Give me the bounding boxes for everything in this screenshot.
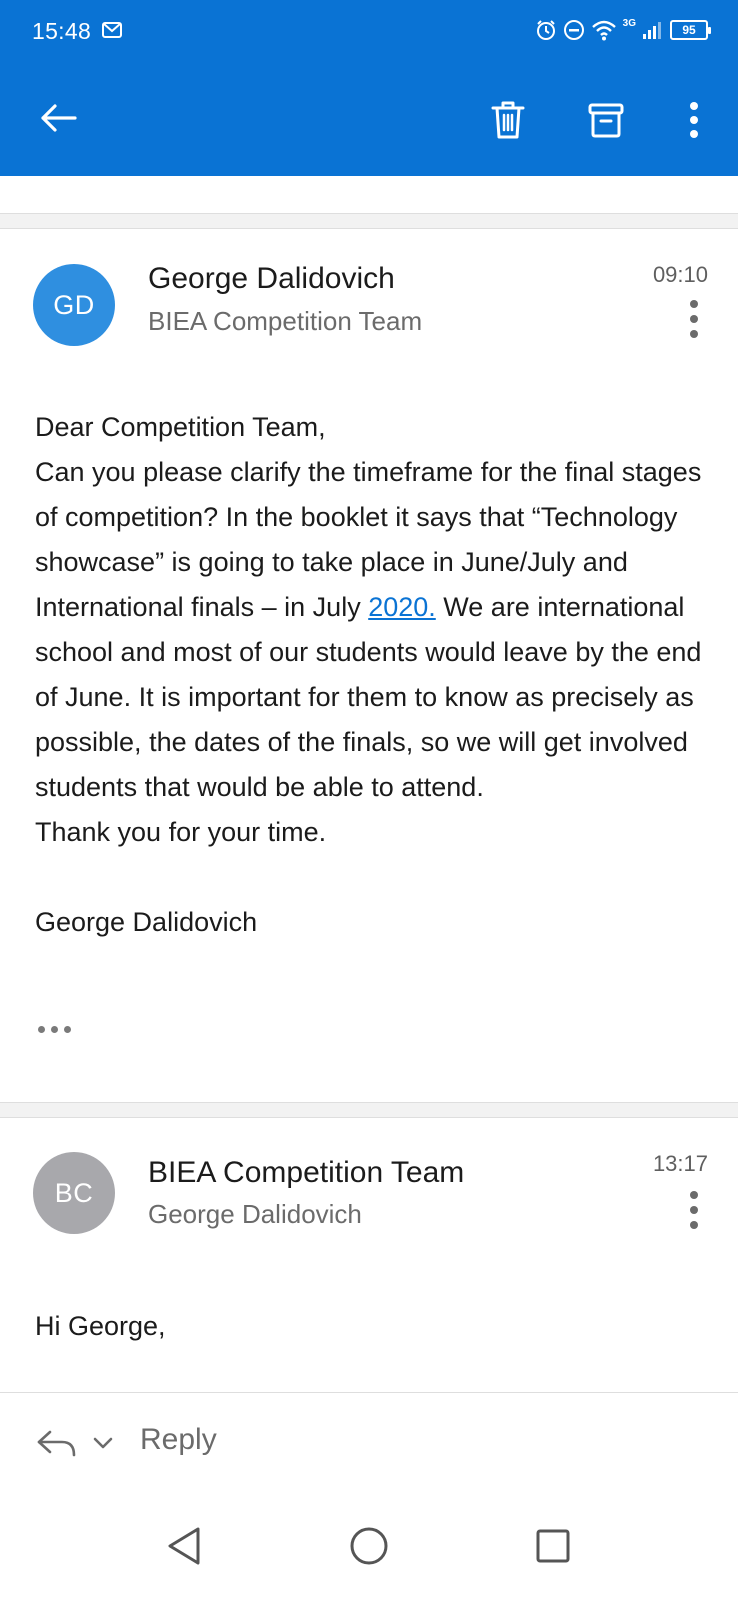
dot	[690, 330, 698, 338]
alarm-icon	[536, 20, 555, 40]
status-bar: 15:48 3G 95	[0, 0, 738, 62]
gmail-notification-icon	[102, 22, 122, 38]
reply-bar[interactable]: Reply	[0, 1392, 738, 1492]
body-text: We are international school and most of …	[35, 592, 702, 802]
closing-line: Thank you for your time.	[35, 817, 327, 847]
sender-name: BIEA Competition Team	[148, 1156, 465, 1189]
back-arrow-icon	[41, 104, 77, 132]
dot	[690, 1206, 698, 1214]
dot	[690, 315, 698, 323]
nav-recents-button[interactable]	[525, 1518, 581, 1574]
message-card[interactable]: BC BIEA Competition Team George Dalidovi…	[0, 1119, 738, 1392]
message-body: Dear Competition Team, Can you please cl…	[35, 405, 715, 945]
nav-home-button[interactable]	[341, 1518, 397, 1574]
archive-button[interactable]	[578, 92, 634, 148]
dot	[38, 1026, 45, 1033]
greeting: Dear Competition Team,	[35, 412, 326, 442]
battery-icon: 95	[670, 20, 711, 40]
trash-icon	[491, 101, 525, 139]
signature: George Dalidovich	[35, 907, 258, 937]
inline-link[interactable]: 2020.	[368, 592, 436, 622]
dot	[690, 1221, 698, 1229]
avatar: GD	[33, 264, 115, 346]
show-quoted-text-button[interactable]	[38, 1026, 71, 1033]
recipient-name: George Dalidovich	[148, 1199, 362, 1229]
wifi-icon	[591, 20, 616, 41]
message-more-button[interactable]	[688, 1191, 700, 1229]
message-body: Hi George,	[35, 1304, 715, 1349]
body-paragraph: Can you please clarify the timeframe for…	[35, 450, 715, 810]
message-time: 13:17	[652, 1151, 708, 1176]
signal-icon	[643, 22, 661, 39]
reply-icon[interactable]	[36, 1429, 78, 1459]
nav-back-button[interactable]	[156, 1518, 212, 1574]
sender-name: George Dalidovich	[148, 262, 395, 295]
chevron-down-icon[interactable]	[92, 1435, 114, 1451]
more-options-button[interactable]	[666, 92, 722, 148]
back-triangle-icon	[168, 1527, 200, 1565]
thread-divider	[0, 213, 738, 229]
home-circle-icon	[350, 1527, 388, 1565]
recents-square-icon	[536, 1529, 570, 1563]
thread-divider	[0, 1102, 738, 1118]
network-type: 3G	[622, 18, 636, 29]
more-vert-icon	[690, 102, 698, 138]
dot	[690, 1191, 698, 1199]
dot	[690, 300, 698, 308]
delete-button[interactable]	[480, 92, 536, 148]
recipient-name: BIEA Competition Team	[148, 306, 423, 336]
status-time: 15:48	[32, 18, 92, 44]
system-nav-bar	[0, 1492, 738, 1600]
app-bar	[0, 62, 738, 176]
avatar-initials: BC	[54, 1177, 94, 1208]
dot	[64, 1026, 71, 1033]
message-time: 09:10	[652, 262, 708, 287]
back-button[interactable]	[30, 90, 86, 146]
reply-button[interactable]: Reply	[140, 1423, 217, 1457]
do-not-disturb-icon	[563, 20, 584, 40]
message-card[interactable]: GD George Dalidovich BIEA Competition Te…	[0, 230, 738, 1085]
avatar: BC	[33, 1152, 115, 1234]
dot	[51, 1026, 58, 1033]
message-more-button[interactable]	[688, 300, 700, 338]
app-header: 15:48 3G 95	[0, 0, 738, 176]
archive-icon	[588, 103, 624, 138]
status-icons: 3G 95	[535, 16, 711, 44]
greeting: Hi George,	[35, 1311, 166, 1341]
avatar-initials: GD	[53, 289, 95, 320]
